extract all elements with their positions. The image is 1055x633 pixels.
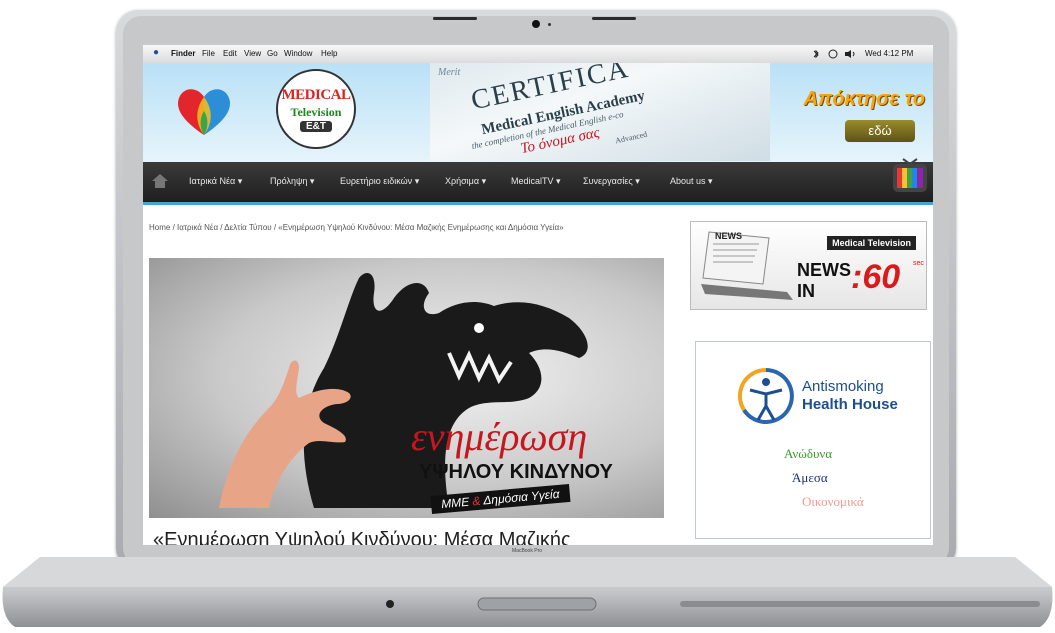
antismoking-ad[interactable]: Antismoking Health House Ανώδυνα Άμεσα Οι… bbox=[695, 341, 931, 539]
antismoking-logo-icon bbox=[737, 367, 794, 424]
badge-line-1: MEDICAL bbox=[281, 87, 351, 103]
volume-icon[interactable] bbox=[844, 49, 856, 59]
apple-menu-icon[interactable]: ● bbox=[153, 47, 159, 58]
macbook-brand: MacBook Pro bbox=[512, 548, 543, 554]
nav-item-label: Συνεργασίες bbox=[583, 176, 633, 186]
menu-edit[interactable]: Edit bbox=[223, 49, 237, 58]
camera-light bbox=[548, 23, 551, 26]
antismoking-line1: Antismoking bbox=[802, 378, 884, 395]
menu-go[interactable]: Go bbox=[267, 49, 278, 58]
nav-item-medical-news[interactable]: Ιατρικά Νέα ▾ bbox=[189, 176, 242, 187]
main-nav: Ιατρικά Νέα ▾ Πρόληψη ▾ Ευρετήριο ειδικώ… bbox=[143, 162, 933, 205]
site-header: MEDICAL Television E&T Merit CERTIFICA M… bbox=[143, 63, 933, 162]
bluetooth-icon[interactable] bbox=[811, 49, 821, 59]
nav-item-partnerships[interactable]: Συνεργασίες ▾ bbox=[583, 176, 640, 187]
latch-button bbox=[477, 597, 597, 611]
power-led bbox=[386, 600, 394, 608]
breadcrumb[interactable]: Home / Ιατρικά Νέα / Δελτία Τύπου / «Ενη… bbox=[149, 223, 664, 233]
nav-item-useful[interactable]: Χρήσιμα ▾ bbox=[445, 176, 486, 187]
hero-tag-amp: & bbox=[471, 493, 482, 509]
news-brand-label: Medical Television bbox=[827, 236, 916, 250]
site-heart-logo-icon[interactable] bbox=[173, 83, 235, 139]
promo-button[interactable]: εδώ bbox=[845, 120, 915, 142]
hero-tag-a: ΜΜΕ bbox=[440, 494, 470, 512]
tv-icon[interactable] bbox=[891, 158, 929, 194]
antismoking-word-2: Άμεσα bbox=[792, 470, 828, 485]
nav-item-about[interactable]: About us ▾ bbox=[670, 176, 713, 187]
home-icon[interactable] bbox=[151, 172, 169, 190]
hero-word-2: ΥΨΗΛΟΥ ΚΙΝΔΥΝΟΥ bbox=[419, 461, 613, 483]
menu-window[interactable]: Window bbox=[284, 49, 312, 58]
menu-view[interactable]: View bbox=[244, 49, 261, 58]
article-hero-image[interactable]: ενημέρωση ΥΨΗΛΟΥ ΚΙΝΔΥΝΟΥ ΜΜΕ & Δημόσια … bbox=[149, 258, 664, 518]
antismoking-line2: Health House bbox=[802, 396, 898, 413]
lid-slot-right bbox=[592, 17, 636, 20]
news-paper-label: NEWS bbox=[715, 231, 742, 241]
badge-line-3: E&T bbox=[300, 121, 332, 132]
menu-file[interactable]: File bbox=[202, 49, 215, 58]
laptop-screen: ● Finder File Edit View Go Window Help W… bbox=[143, 45, 933, 545]
certificate-banner[interactable]: Merit CERTIFICA Medical English Academy … bbox=[430, 63, 770, 161]
hero-word-1: ενημέρωση bbox=[411, 414, 588, 459]
promo-headline: Απόκτησε το bbox=[803, 88, 925, 110]
sync-icon[interactable] bbox=[827, 49, 839, 59]
medical-television-badge[interactable]: MEDICAL Television E&T bbox=[276, 69, 356, 149]
cert-line5: Advanced bbox=[614, 129, 649, 146]
nav-item-label: Χρήσιμα bbox=[445, 176, 480, 186]
promo-block[interactable]: Απόκτησε το εδώ bbox=[773, 83, 931, 153]
badge-line-2: Television bbox=[290, 105, 342, 119]
nav-item-label: Ευρετήριο ειδικών bbox=[340, 176, 413, 186]
article-title[interactable]: «Ενημέρωση Υψηλού Κινδύνου: Μέσα Μαζικής bbox=[153, 529, 571, 545]
menubar-clock[interactable]: Wed 4:12 PM bbox=[865, 49, 913, 58]
nav-item-medicaltv[interactable]: MedicalTV ▾ bbox=[511, 176, 561, 187]
nav-item-prevention[interactable]: Πρόληψη ▾ bbox=[270, 176, 314, 187]
lid-slot-left bbox=[433, 17, 477, 20]
antismoking-word-3: Οικονομικά bbox=[802, 494, 864, 509]
news-word-in: IN bbox=[797, 281, 815, 301]
laptop-newspaper-icon bbox=[701, 231, 793, 300]
antismoking-word-1: Ανώδυνα bbox=[784, 446, 833, 461]
news-word-news: NEWS bbox=[797, 260, 851, 280]
speaker-grille bbox=[680, 601, 1040, 607]
cert-corner: Merit bbox=[438, 67, 461, 78]
nav-item-label: About us bbox=[670, 176, 706, 186]
mac-menubar: ● Finder File Edit View Go Window Help W… bbox=[143, 45, 933, 64]
menu-finder[interactable]: Finder bbox=[171, 49, 195, 58]
antismoking-title: Antismoking Health House bbox=[802, 378, 898, 414]
laptop-base bbox=[2, 557, 1053, 627]
menu-help[interactable]: Help bbox=[321, 49, 337, 58]
webcam-icon bbox=[532, 20, 540, 28]
nav-item-label: Πρόληψη bbox=[270, 176, 308, 186]
nav-item-specialists[interactable]: Ευρετήριο ειδικών ▾ bbox=[340, 176, 419, 187]
nav-item-label: Ιατρικά Νέα bbox=[189, 176, 236, 186]
news-sec: sec bbox=[913, 260, 924, 267]
nav-item-label: MedicalTV bbox=[511, 176, 554, 186]
news-in-60-banner[interactable]: NEWS Medical Television NEWS IN :60 sec bbox=[690, 221, 927, 310]
news-sixty: :60 bbox=[851, 258, 901, 296]
news-word: NEWS IN bbox=[797, 260, 851, 302]
